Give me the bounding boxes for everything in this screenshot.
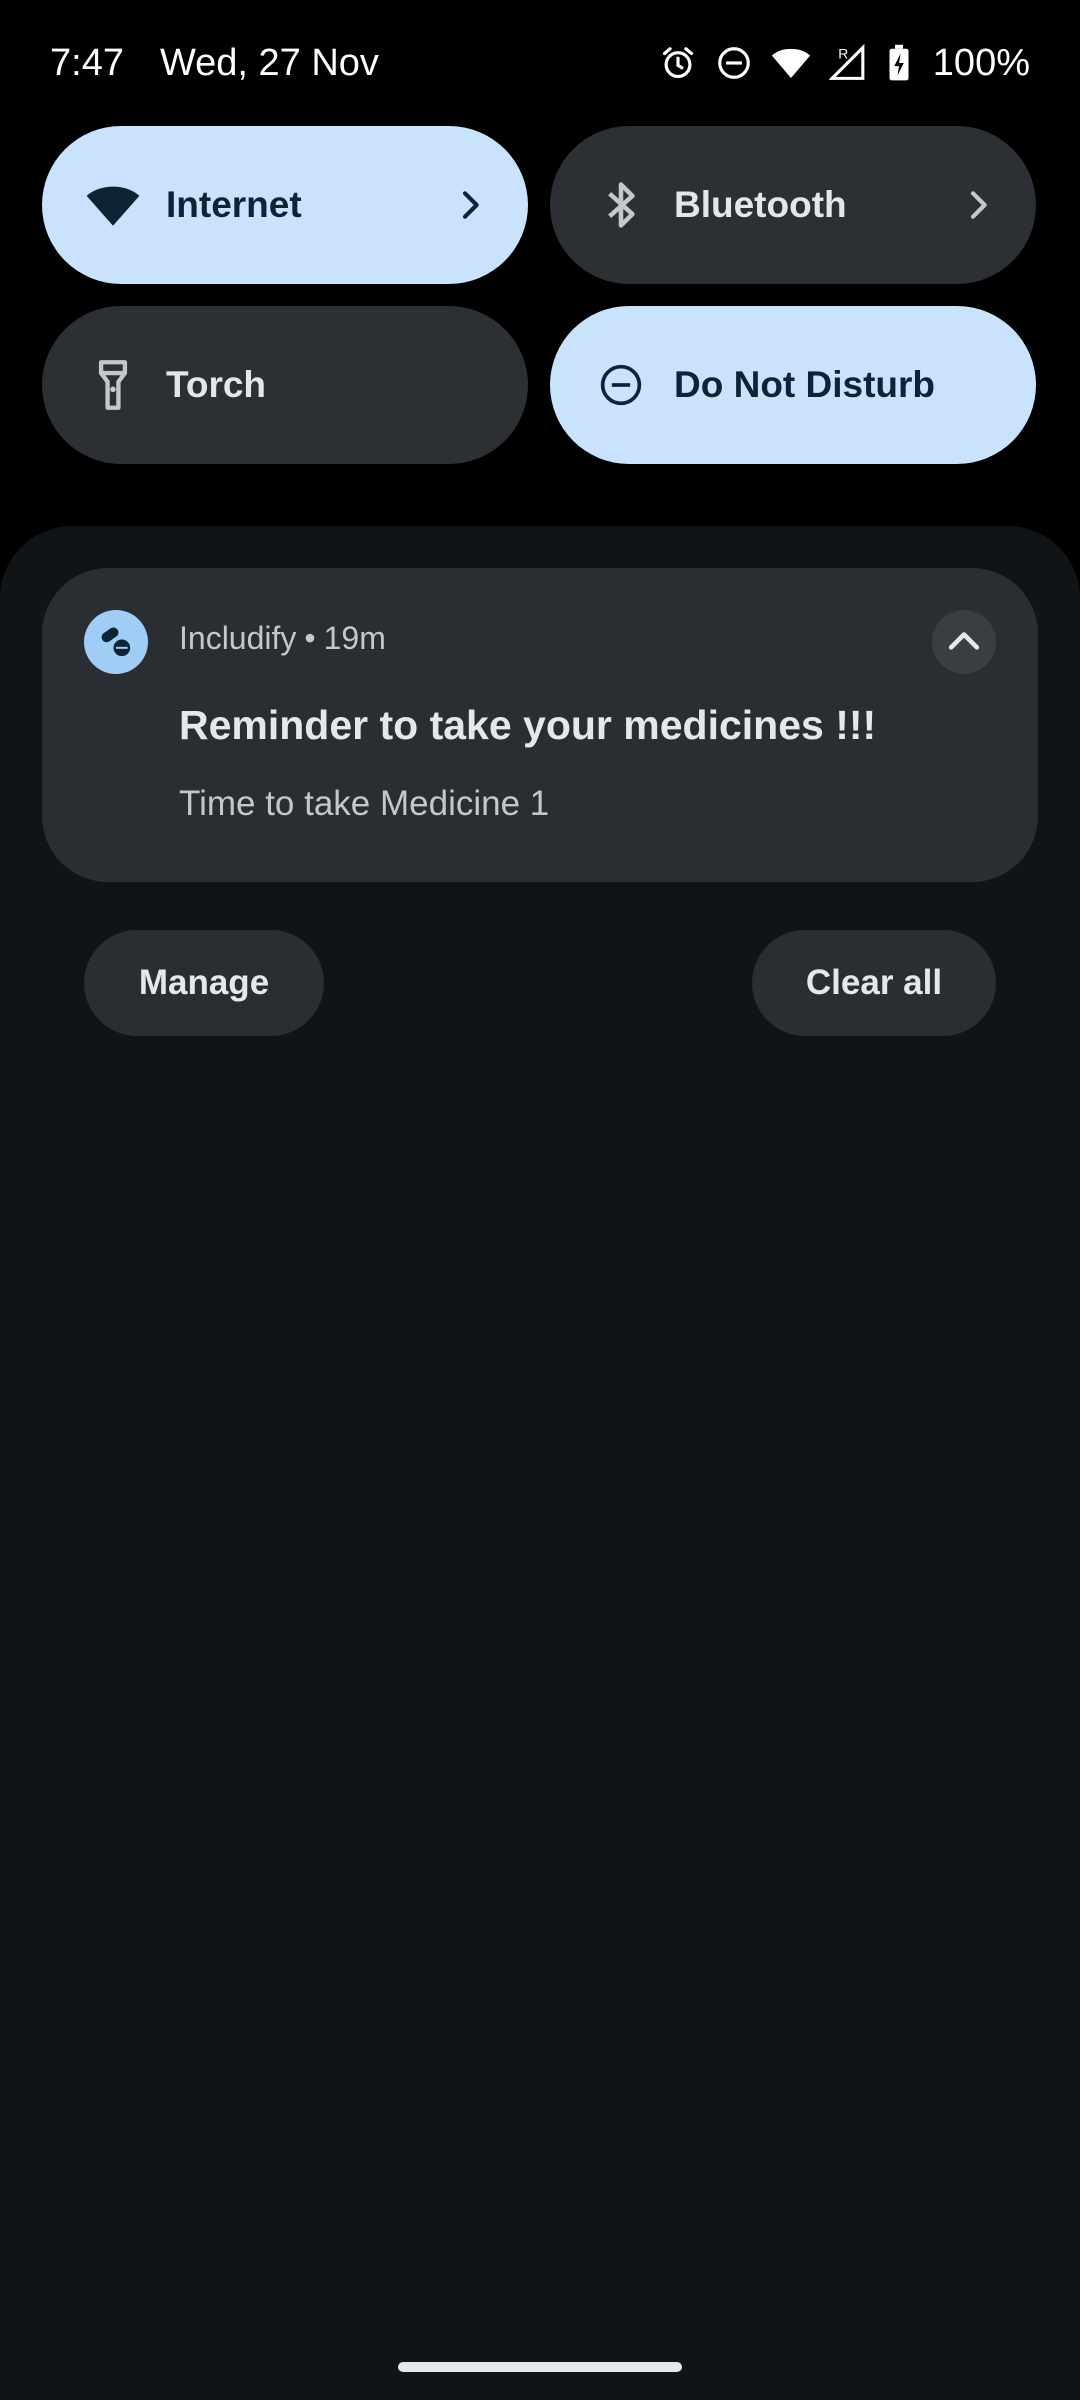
manage-button[interactable]: Manage	[84, 930, 324, 1036]
notification-title: Reminder to take your medicines !!!	[179, 702, 877, 748]
notification-separator: •	[304, 620, 316, 656]
bluetooth-icon	[590, 174, 652, 236]
quick-settings-tiles: Internet Bluetooth Torch Do Not Disturb	[42, 126, 1038, 464]
wifi-icon	[82, 174, 144, 236]
notification-header: Includify • 19m	[179, 620, 386, 657]
tile-torch-label: Torch	[166, 364, 267, 405]
pills-icon	[84, 610, 148, 674]
status-bar: 7:47 Wed, 27 Nov R 100%	[0, 0, 1080, 126]
tile-internet[interactable]: Internet	[42, 126, 528, 284]
signal-roaming-icon: R	[828, 44, 869, 82]
battery-charging-icon	[887, 44, 911, 82]
chevron-right-icon	[454, 189, 486, 221]
status-date: Wed, 27 Nov	[159, 41, 379, 84]
battery-percentage: 100%	[932, 41, 1030, 84]
home-indicator[interactable]	[398, 2362, 682, 2372]
clear-all-button[interactable]: Clear all	[752, 930, 996, 1036]
dnd-icon	[715, 44, 753, 82]
notification-app-name: Includify	[179, 620, 297, 656]
notification-time: 19m	[323, 620, 386, 656]
notification-text: Time to take Medicine 1	[179, 784, 550, 823]
tile-bluetooth[interactable]: Bluetooth	[550, 126, 1036, 284]
screen: 7:47 Wed, 27 Nov R 100% Internet Bluetoo…	[0, 0, 1080, 2400]
torch-icon	[82, 354, 144, 416]
tile-torch[interactable]: Torch	[42, 306, 528, 464]
alarm-icon	[659, 44, 697, 82]
dnd-icon	[590, 354, 652, 416]
notification-shade: Includify • 19m Reminder to take your medi…	[0, 526, 1080, 2400]
tile-do-not-disturb-label: Do Not Disturb	[674, 364, 936, 405]
collapse-button[interactable]	[932, 610, 996, 674]
notification-card[interactable]: Includify • 19m Reminder to take your medi…	[42, 568, 1038, 882]
chevron-up-icon	[947, 629, 981, 656]
chevron-right-icon	[962, 189, 994, 221]
tile-bluetooth-label: Bluetooth	[674, 184, 847, 225]
status-time: 7:47	[50, 41, 124, 84]
status-icons: R 100%	[659, 42, 1030, 85]
tile-internet-label: Internet	[166, 184, 302, 225]
tile-do-not-disturb[interactable]: Do Not Disturb	[550, 306, 1036, 464]
svg-text:R: R	[838, 45, 848, 61]
wifi-icon	[771, 44, 811, 82]
